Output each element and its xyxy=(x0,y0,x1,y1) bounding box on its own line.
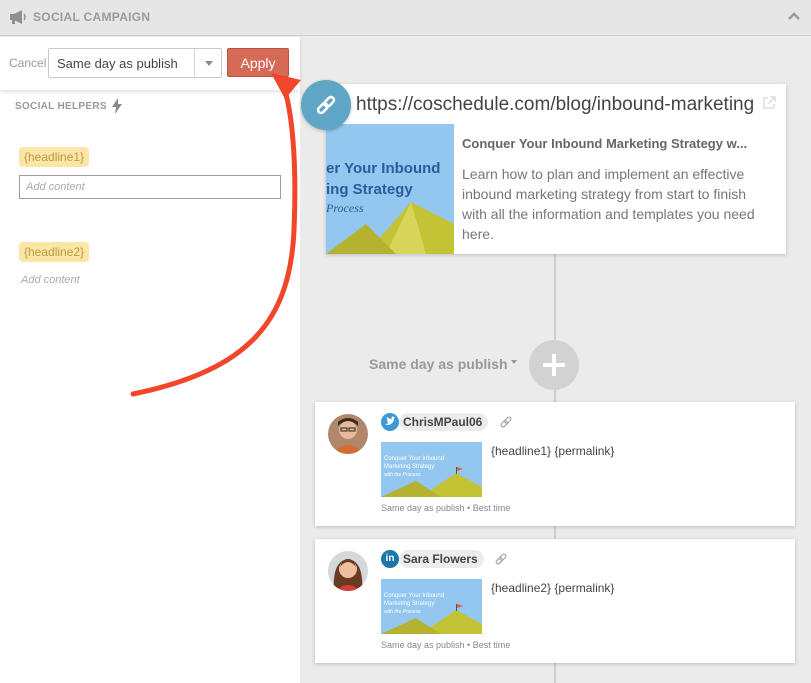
add-message-button[interactable] xyxy=(529,340,579,390)
chain-link-icon[interactable] xyxy=(494,552,508,566)
linkedin-icon: in xyxy=(381,550,399,568)
social-helpers-panel: Cancel Same day as publish Apply SOCIAL … xyxy=(0,37,300,683)
post-text: {headline2} {permalink} xyxy=(491,581,615,595)
lightning-bolt-icon xyxy=(112,98,122,114)
social-message-card[interactable]: ChrisMPaul06 Conquer Your Inbound Market… xyxy=(315,402,795,526)
link-preview-image: er Your Inbound ing Strategy Process xyxy=(326,124,454,254)
social-message-card[interactable]: in Sara Flowers Conquer Your Inbound Mar… xyxy=(315,539,795,663)
helper-tag-headline1[interactable]: {headline1} xyxy=(19,147,90,167)
cancel-button[interactable]: Cancel xyxy=(9,56,46,70)
post-schedule-meta: Same day as publish • Best time xyxy=(381,503,511,513)
schedule-select[interactable]: Same day as publish xyxy=(48,48,222,78)
avatar xyxy=(328,551,368,591)
schedule-dropdown[interactable]: Same day as publish xyxy=(369,356,508,372)
apply-button[interactable]: Apply xyxy=(227,48,289,77)
mountain-graphic xyxy=(326,202,454,254)
avatar xyxy=(328,414,368,454)
link-badge[interactable] xyxy=(301,80,351,130)
account-name: Sara Flowers xyxy=(399,550,484,568)
schedule-toolbar: Cancel Same day as publish Apply xyxy=(0,37,300,90)
link-url[interactable]: https://coschedule.com/blog/inbound-mark… xyxy=(356,94,756,116)
post-image: Conquer Your Inbound Marketing Strategy … xyxy=(381,579,482,634)
post-text: {headline1} {permalink} xyxy=(491,444,615,458)
account-name: ChrisMPaul06 xyxy=(399,413,489,431)
schedule-select-value: Same day as publish xyxy=(57,56,178,71)
post-schedule-meta: Same day as publish • Best time xyxy=(381,640,511,650)
chain-link-icon[interactable] xyxy=(499,415,513,429)
campaign-header: SOCIAL CAMPAIGN xyxy=(0,0,811,36)
megaphone-icon xyxy=(10,10,26,24)
link-preview-description: Learn how to plan and implement an effec… xyxy=(462,166,755,242)
chevron-down-icon[interactable] xyxy=(194,49,221,77)
external-link-icon[interactable] xyxy=(762,96,776,110)
chevron-up-icon[interactable] xyxy=(787,10,801,22)
link-preview-card[interactable]: https://coschedule.com/blog/inbound-mark… xyxy=(326,84,786,254)
thumb-line1: er Your Inbound xyxy=(326,160,441,177)
headline1-input[interactable] xyxy=(19,175,281,199)
header-title: SOCIAL CAMPAIGN xyxy=(33,10,151,24)
caret-down-icon[interactable] xyxy=(511,360,517,364)
post-image: Conquer Your Inbound Marketing Strategy … xyxy=(381,442,482,497)
link-preview-title: Conquer Your Inbound Marketing Strategy … xyxy=(462,136,748,151)
twitter-icon xyxy=(381,413,399,431)
social-helpers-title: SOCIAL HELPERS xyxy=(15,101,107,112)
chain-link-icon xyxy=(316,95,336,115)
helper-tag-headline2[interactable]: {headline2} xyxy=(19,242,90,262)
headline2-add-content[interactable]: Add content xyxy=(21,274,80,286)
